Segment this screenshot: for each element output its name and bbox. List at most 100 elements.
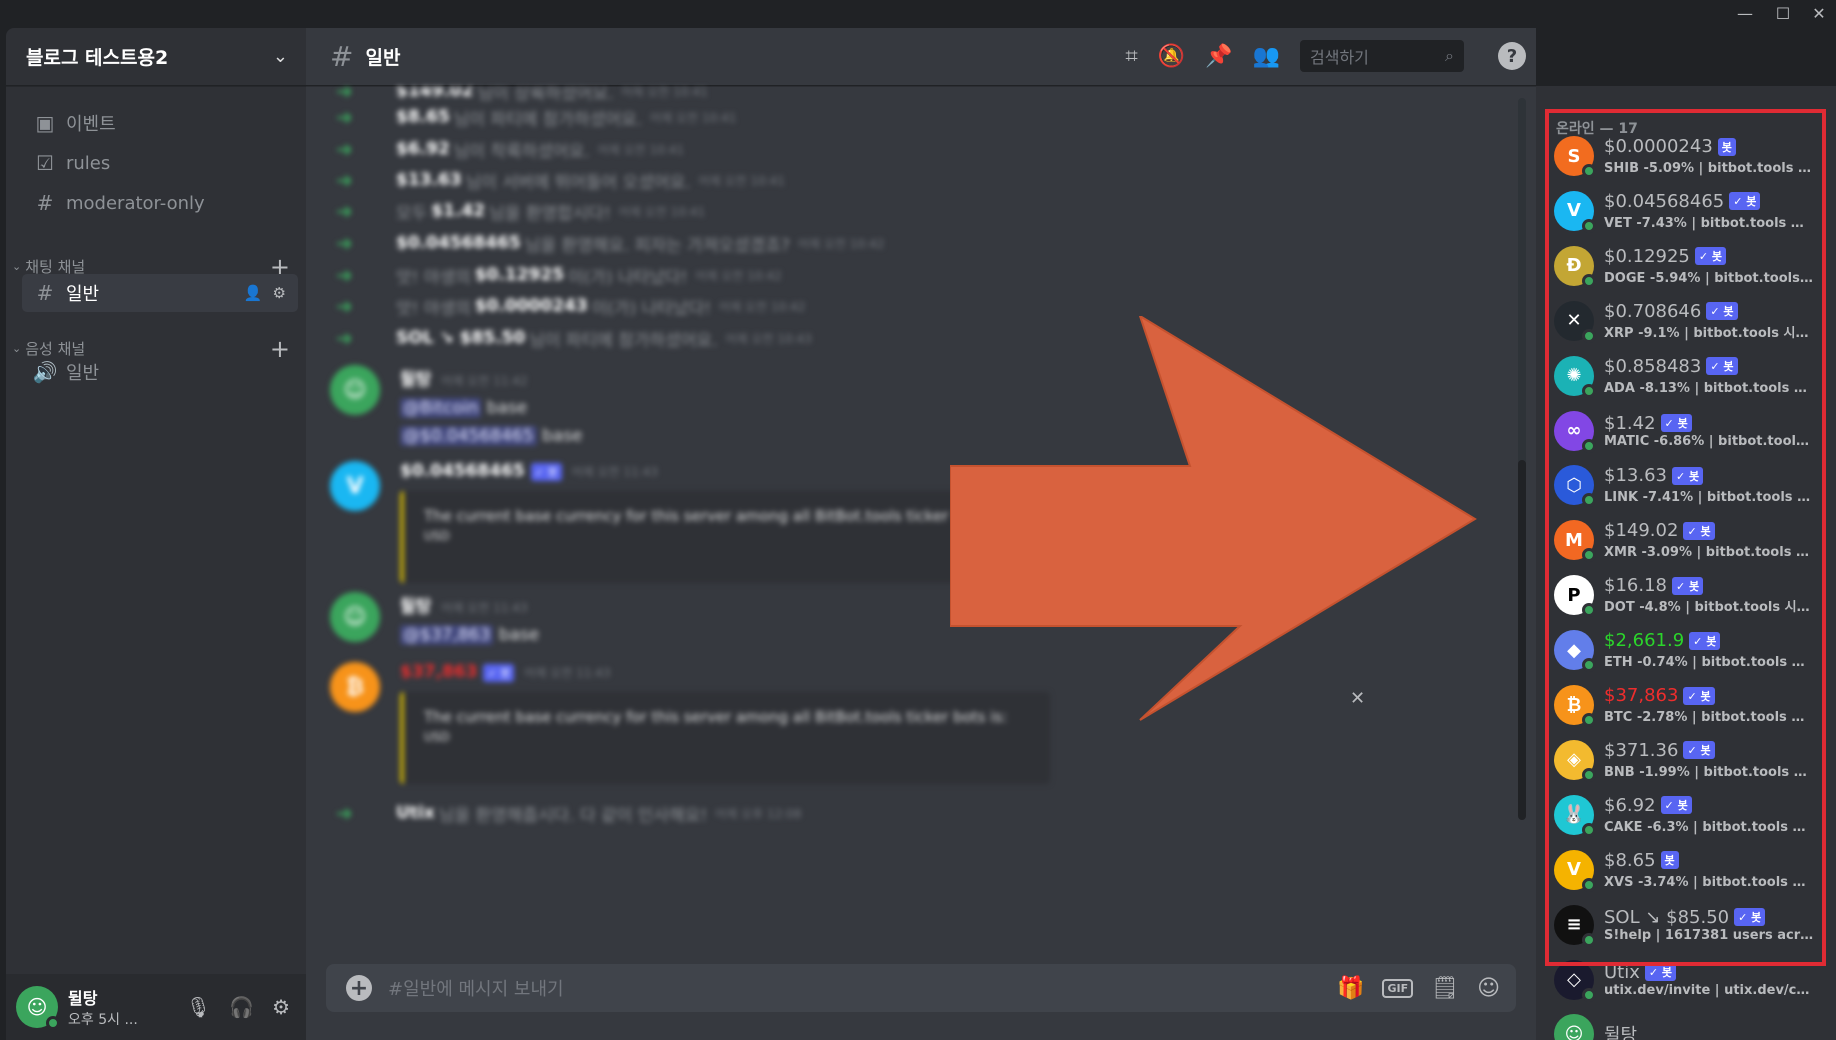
status-dot [1582,273,1596,288]
join-arrow-icon: ➜ [336,87,353,103]
avatar[interactable]: P [1554,575,1596,618]
headphones-icon[interactable]: 🎧 [229,995,254,1019]
emoji-icon[interactable]: ☺ [1477,976,1500,1001]
mute-bell-icon[interactable]: 🔕 [1158,44,1185,69]
member-item[interactable]: ☺ 뒬탕 [1554,1007,1824,1040]
avatar[interactable]: ⬡ [1554,465,1596,508]
avatar[interactable]: ₿ [330,662,380,712]
avatar[interactable]: ✕ [1554,300,1596,343]
message-input[interactable]: #일반에 메시지 보내기 [388,975,1337,1001]
minimize-button[interactable]: — [1730,2,1760,26]
bot-badge: ✓ 봇 [1734,908,1766,927]
user-panel: ☺ 뒬탕 오후 5시 ... 🎙 🎧 ⚙ [6,974,306,1040]
channel-rules[interactable]: ☑ rules [22,144,298,182]
sticker-icon[interactable]: 🗒 [1431,976,1459,1001]
avatar[interactable]: V [1554,849,1596,892]
system-message: ➜ SOL ↘ $85.50 님이 파티에 참가하셨어요. 어제 오전 10:43 [336,326,812,351]
gear-icon[interactable]: ⚙ [273,284,286,302]
bot-badge: ✓ 봇 [1644,963,1677,981]
help-icon[interactable]: ? [1498,42,1526,70]
microphone-icon[interactable]: 🎙 [186,995,211,1019]
channel-general[interactable]: # 일반 👤 ⚙ [22,274,298,312]
channel-moderator-only[interactable]: # moderator-only [22,184,298,222]
status-dot [46,1016,60,1030]
avatar[interactable]: ◇ [1554,959,1596,1002]
pin-icon[interactable]: 📌 [1205,44,1232,69]
member-item[interactable]: ✺ $0.858483 ✓ 봇 ADA -8.13% | bitbot.tools 시… [1554,349,1824,403]
bot-badge: ✓ 봇 [1660,796,1692,815]
system-message: ➜ Utix 님을 환영해줍시다. 다 같이 인사해요! 어제 오후 12:08 [336,801,802,826]
bot-badge: ✓ 봇 [530,462,562,481]
member-status: SHIB -5.09% | bitbot.tools 시... [1604,161,1814,176]
timestamp: 어제 오전 11:42 [441,374,528,388]
members-icon[interactable]: 👥 [1253,44,1280,69]
author-name[interactable]: 뒬탕 [400,597,431,617]
avatar[interactable]: ◈ [1554,739,1596,782]
title-bar: — ☐ ✕ [0,0,1836,28]
message-composer[interactable]: + #일반에 메시지 보내기 🎁 GIF 🗒 ☺ [326,964,1516,1012]
member-item[interactable]: V $0.04568465 ✓ 봇 VET -7.43% | bitbot.tools… [1554,184,1824,238]
member-status: BTC -2.78% | bitbot.tools 시... [1604,710,1814,725]
gif-button[interactable]: GIF [1382,978,1414,998]
member-name: $149.02 [1604,520,1679,542]
avatar[interactable]: ☺ [16,986,60,1030]
search-input[interactable]: 검색하기 ⌕ [1300,40,1464,72]
avatar[interactable]: M [1554,520,1596,563]
threads-icon[interactable]: ⌗ [1125,44,1137,69]
system-message: ➜ 앗! 야생의 $0.12925 이(가) 나타났다! 어제 오전 10:42 [336,263,782,288]
channel-events[interactable]: ▣ 이벤트 [22,104,298,142]
status-dot [1582,493,1596,508]
member-item[interactable]: ✕ $0.708646 ✓ 봇 XRP -9.1% | bitbot.tools 시청… [1554,294,1824,348]
user-name: 뒬탕 [68,989,98,1008]
mention[interactable]: @$37,863 [400,625,494,645]
avatar[interactable]: ∞ [1554,410,1596,453]
bot-badge: 봇 [1660,851,1679,870]
avatar[interactable]: ☺ [1554,1014,1594,1040]
voice-channel-general[interactable]: 🔊 일반 [22,353,298,391]
add-attachment-icon[interactable]: + [346,975,372,1001]
member-item[interactable]: ◈ $371.36 ✓ 봇 BNB -1.99% | bitbot.tools 시청.… [1554,733,1824,787]
avatar[interactable]: ₿ [1554,685,1596,727]
scrollbar-thumb[interactable] [1518,460,1526,820]
author-name[interactable]: 뒬탕 [400,370,431,390]
avatar[interactable]: ◆ [1554,630,1596,673]
member-item[interactable]: S $0.0000243 봇 SHIB -5.09% | bitbot.tools 시… [1554,129,1824,183]
invite-icon[interactable]: 👤 [244,284,263,302]
member-item[interactable]: ◆ $2,661.9 ✓ 봇 ETH -0.74% | bitbot.tools 시.… [1554,623,1824,677]
chevron-down-icon[interactable]: ⌄ [273,46,288,67]
avatar[interactable]: Ð [1554,245,1596,288]
member-item[interactable]: Ð $0.12925 ✓ 봇 DOGE -5.94% | bitbot.tools 시… [1554,239,1824,293]
maximize-button[interactable]: ☐ [1768,2,1798,26]
avatar[interactable]: 🐰 [1554,794,1596,837]
member-item[interactable]: ◇ Utix ✓ 봇 utix.dev/invite | utix.dev/com..… [1554,953,1824,1007]
status-dot [1582,438,1596,453]
avatar[interactable]: S [1554,136,1596,178]
avatar[interactable]: ☺ [330,365,380,415]
gear-icon[interactable]: ⚙ [272,995,290,1019]
server-header[interactable]: 블로그 테스트용2 ⌄ [6,28,306,86]
member-item[interactable]: M $149.02 ✓ 봇 XMR -3.09% | bitbot.tools 시..… [1554,513,1824,567]
mention[interactable]: @Bitcoin [400,398,482,418]
member-item[interactable]: ≡ SOL ↘ $85.50 ✓ 봇 S!help | 1617381 users a… [1554,898,1824,952]
avatar[interactable]: ≡ [1554,904,1596,947]
member-item[interactable]: ₿ $37,863 ✓ 봇 BTC -2.78% | bitbot.tools 시..… [1554,678,1824,732]
search-icon: ⌕ [1445,46,1454,65]
gift-icon[interactable]: 🎁 [1337,976,1364,1001]
author-name[interactable]: $0.04568465 [400,461,525,481]
bot-badge: ✓ 봇 [1683,521,1715,540]
mention[interactable]: @$0.04568465 [400,426,537,446]
member-item[interactable]: ⬡ $13.63 ✓ 봇 LINK -7.41% | bitbot.tools 시..… [1554,458,1824,512]
member-item[interactable]: ∞ $1.42 ✓ 봇 MATIC -6.86% | bitbot.tools ... [1554,404,1824,458]
avatar[interactable]: V [1554,190,1596,233]
avatar[interactable]: V [330,461,380,511]
member-status: MATIC -6.86% | bitbot.tools ... [1604,433,1814,449]
author-name[interactable]: $37,863 [400,662,477,682]
close-button[interactable]: ✕ [1804,2,1834,26]
member-item[interactable]: 🐰 $6.92 ✓ 봇 CAKE -6.3% | bitbot.tools 시... [1554,788,1824,842]
member-item[interactable]: V $8.65 봇 XVS -3.74% | bitbot.tools 시... [1554,843,1824,897]
avatar[interactable]: ☺ [330,592,380,642]
join-arrow-icon: ➜ [336,199,353,223]
bot-badge: ✓ 봇 [1689,631,1721,650]
member-item[interactable]: P $16.18 ✓ 봇 DOT -4.8% | bitbot.tools 시청... [1554,568,1824,622]
avatar[interactable]: ✺ [1554,355,1596,398]
